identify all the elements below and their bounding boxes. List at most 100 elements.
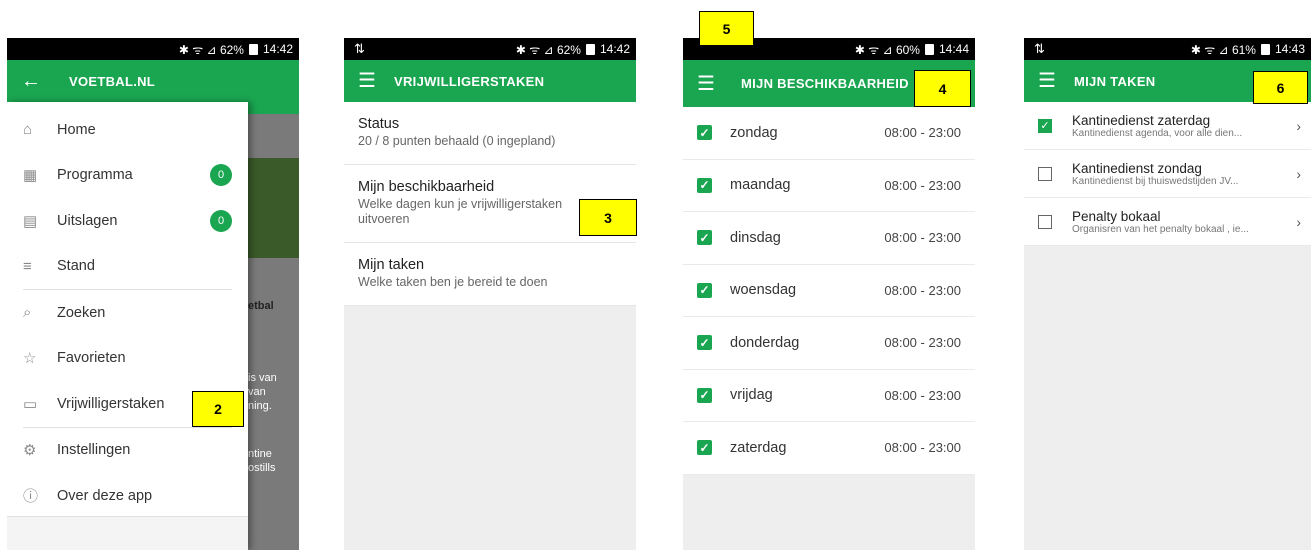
day-row-donderdag[interactable]: ✓ donderdag 08:00 - 23:00 [683,317,975,370]
checkbox-checked-icon[interactable]: ✓ [697,125,712,141]
day-label: donderdag [730,334,800,351]
task-row[interactable]: ✓ Kantinedienst zaterdag Kantinedienst a… [1024,102,1311,150]
time-range[interactable]: 08:00 - 23:00 [884,125,961,140]
time-range[interactable]: 08:00 - 23:00 [884,283,961,298]
checkbox-checked-icon[interactable]: ✓ [1038,118,1052,133]
info-icon: ⓘ [23,488,39,506]
time-range[interactable]: 08:00 - 23:00 [884,178,961,193]
behind-text: etbal [248,300,274,312]
checkbox-checked-icon[interactable]: ✓ [697,177,712,193]
drawer-item-label: Home [57,121,96,138]
behind-image [248,158,299,258]
callout-4: 4 [914,70,971,107]
behind-text: van [248,386,266,398]
status-signal: ✱ ᯤ ⊿ 61% [1190,42,1256,57]
drawer-item-label: Over deze app [57,487,153,504]
hamburger-menu-icon[interactable]: ☰ [358,71,394,91]
checkbox-checked-icon[interactable]: ✓ [697,335,712,351]
phone-vrijwilligerstaken: ⇅ ✱ ᯤ ⊿ 62% 14:42 ☰ VRIJWILLIGERSTAKEN S… [344,38,636,550]
day-row-vrijdag[interactable]: ✓ vrijdag 08:00 - 23:00 [683,369,975,422]
hamburger-menu-icon[interactable]: ☰ [1038,71,1074,91]
callout-6: 6 [1253,71,1308,104]
app-title: VOETBAL.NL [69,73,156,89]
drawer-footer [7,516,248,550]
checkbox-unchecked-icon[interactable] [1038,166,1052,181]
list-icon: ≡ [23,257,32,275]
page-title: MIJN BESCHIKBAARHEID [741,76,909,91]
sync-icon: ⇅ [1034,41,1045,56]
drawer-item-instellingen[interactable]: ⚙ Instellingen [7,428,248,474]
row-subtitle: 20 / 8 punten behaald (0 ingepland) [358,134,556,148]
battery-icon [248,43,258,55]
checkbox-checked-icon[interactable]: ✓ [697,387,712,403]
task-row[interactable]: Kantinedienst zondag Kantinedienst bij t… [1024,150,1311,198]
status-bar: ⇅ ✱ ᯤ ⊿ 61% 14:43 [1024,38,1311,60]
list-item-status[interactable]: Status 20 / 8 punten behaald (0 ingeplan… [344,102,636,165]
checkbox-checked-icon[interactable]: ✓ [697,282,712,298]
day-row-woensdag[interactable]: ✓ woensdag 08:00 - 23:00 [683,264,975,317]
app-bar: ← VOETBAL.NL [7,60,299,102]
status-time: 14:44 [938,42,969,56]
chevron-right-icon[interactable]: › [1296,214,1301,230]
phone-voetbal-drawer: ✱ ᯤ ⊿ 62% 14:42 ← VOETBAL.NL etbal is va… [7,38,299,550]
status-bar: ✱ ᯤ ⊿ 62% 14:42 [7,38,299,60]
drawer-item-over-deze-app[interactable]: ⓘ Over deze app [7,473,248,519]
day-row-maandag[interactable]: ✓ maandag 08:00 - 23:00 [683,159,975,212]
day-row-zondag[interactable]: ✓ zondag 08:00 - 23:00 [683,107,975,160]
task-description: Kantinedienst agenda, voor alle dien... [1072,127,1243,139]
task-title: Kantinedienst zaterdag [1072,112,1211,128]
battery-icon [924,43,934,55]
drawer-item-label: Uitslagen [57,212,118,229]
battery-icon [1260,43,1270,55]
drawer-item-uitslagen[interactable]: ▤ Uitslagen 0 [7,198,248,244]
status-time: 14:42 [262,42,293,56]
chevron-right-icon[interactable]: › [1296,118,1301,134]
drawer-item-home[interactable]: ⌂ Home [7,107,248,153]
drawer-item-label: Favorieten [57,350,126,367]
drawer-item-stand[interactable]: ≡ Stand [7,244,248,290]
time-range[interactable]: 08:00 - 23:00 [884,440,961,455]
row-title: Status [358,116,400,132]
drawer-item-label: Vrijwilligerstaken [57,395,165,412]
row-subtitle: Welke dagen kun je vrijwilligerstaken ui… [358,196,563,227]
status-time: 14:43 [1274,42,1305,56]
task-description: Organisren van het penalty bokaal , ie..… [1072,223,1249,235]
drawer-item-zoeken[interactable]: ⌕ Zoeken [7,290,248,336]
scoreboard-icon: ▤ [23,212,38,230]
time-range[interactable]: 08:00 - 23:00 [884,335,961,350]
cup-icon: ▭ [23,395,38,413]
checkbox-unchecked-icon[interactable] [1038,214,1052,229]
day-label: zaterdag [730,439,787,456]
hamburger-menu-icon[interactable]: ☰ [697,74,741,94]
row-subtitle: Welke taken ben je bereid te doen [358,274,548,289]
count-badge: 0 [210,209,232,232]
time-range[interactable]: 08:00 - 23:00 [884,388,961,403]
chevron-right-icon[interactable]: › [1296,166,1301,182]
drawer-item-favorieten[interactable]: ☆ Favorieten [7,336,248,382]
task-description: Kantinedienst bij thuiswedstijden JV... [1072,175,1239,187]
phone-mijn-beschikbaarheid: ✱ ᯤ ⊿ 60% 14:44 ☰ MIJN BESCHIKBAARHEID ✓… [683,38,975,550]
task-title: Penalty bokaal [1072,208,1161,224]
time-range[interactable]: 08:00 - 23:00 [884,230,961,245]
day-label: woensdag [730,282,797,299]
day-row-zaterdag[interactable]: ✓ zaterdag 08:00 - 23:00 [683,422,975,475]
drawer-item-label: Instellingen [57,442,131,459]
day-label: dinsdag [730,229,781,246]
callout-3: 3 [579,199,637,236]
task-row[interactable]: Penalty bokaal Organisren van het penalt… [1024,198,1311,246]
day-label: zondag [730,124,778,141]
behind-text: ntine [248,448,272,460]
checkbox-checked-icon[interactable]: ✓ [697,440,712,456]
task-title: Kantinedienst zondag [1072,160,1202,176]
day-label: vrijdag [730,387,773,404]
behind-appbar [248,102,299,114]
phone-mijn-taken: ⇅ ✱ ᯤ ⊿ 61% 14:43 ☰ MIJN TAKEN ✓ Kantine… [1024,38,1311,550]
navigation-drawer: ⌂ Home ▦ Programma 0 ▤ Uitslagen 0 ≡ Sta… [7,102,248,550]
day-row-dinsdag[interactable]: ✓ dinsdag 08:00 - 23:00 [683,212,975,265]
calendar-icon: ▦ [23,167,38,185]
back-arrow-icon[interactable]: ← [21,71,69,91]
checkbox-checked-icon[interactable]: ✓ [697,230,712,246]
drawer-item-programma[interactable]: ▦ Programma 0 [7,153,248,199]
page-title: MIJN TAKEN [1074,73,1156,89]
list-item-mijn-taken[interactable]: Mijn taken Welke taken ben je bereid te … [344,242,636,306]
